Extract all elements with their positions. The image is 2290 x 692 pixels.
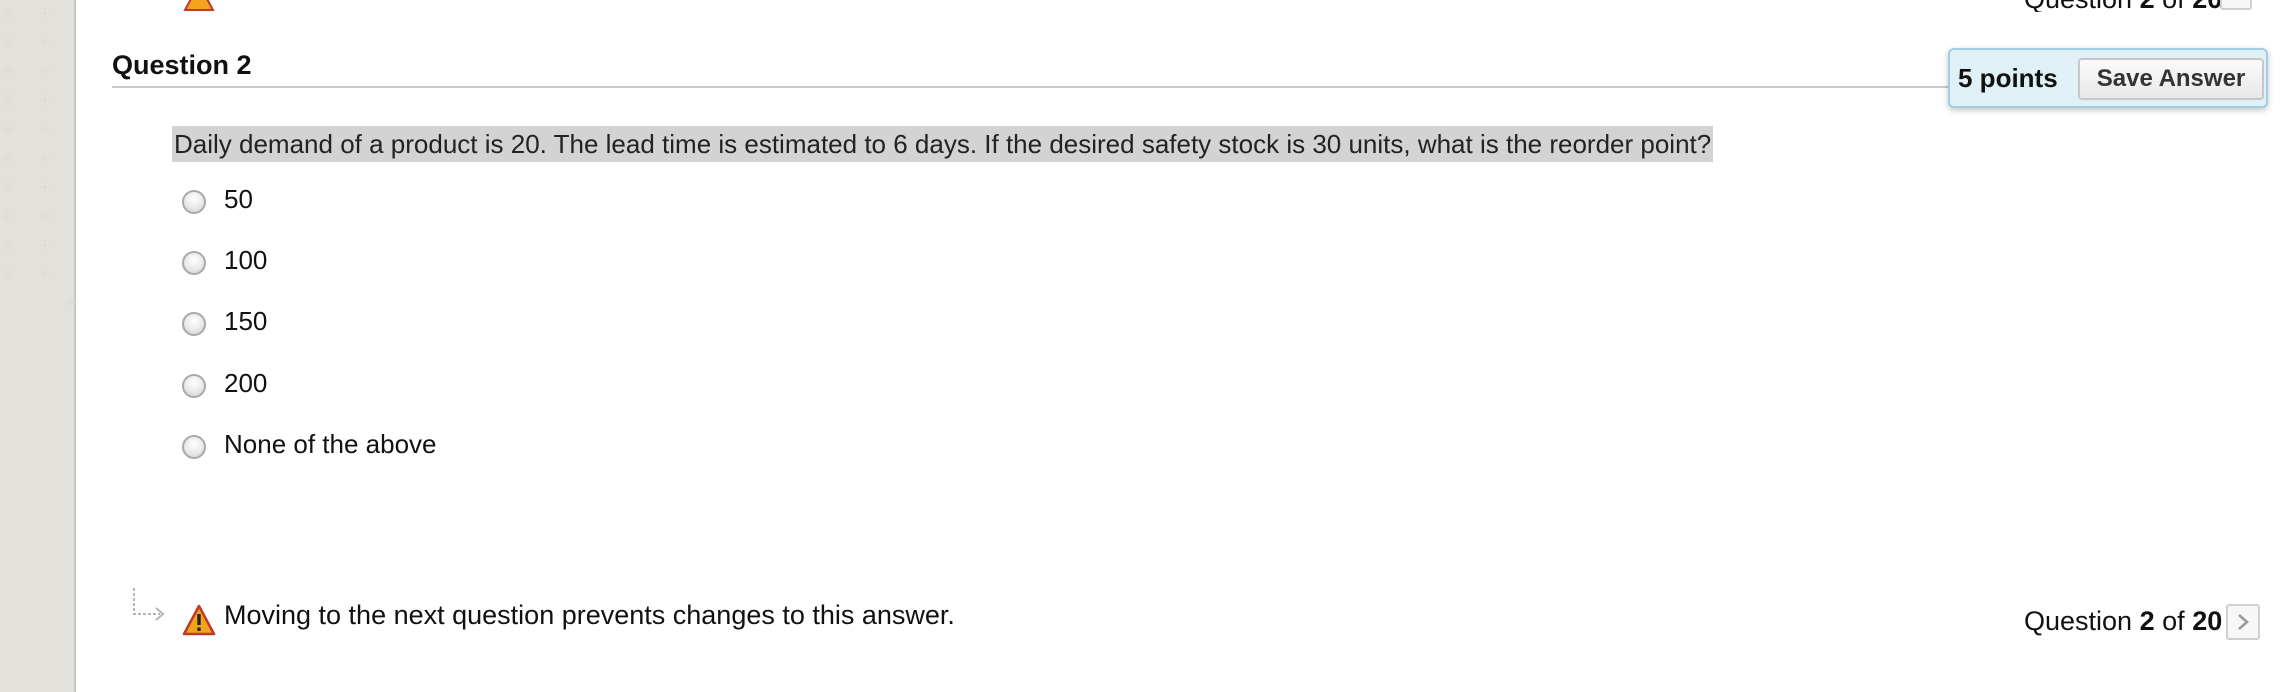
radio-button[interactable] <box>182 374 206 398</box>
warning-icon <box>183 0 215 11</box>
option-150[interactable]: 150 <box>182 304 782 344</box>
option-label: 50 <box>224 184 253 214</box>
radio-button[interactable] <box>182 312 206 336</box>
warning-icon <box>182 604 216 636</box>
points-label: 5 points <box>1958 63 2058 93</box>
points-panel: 5 points Save Answer <box>1948 48 2268 108</box>
indent-arrow-icon <box>133 588 165 621</box>
question-counter-top: Question 2 of 20 <box>2024 0 2222 12</box>
next-question-button-top[interactable] <box>2220 0 2252 10</box>
radio-button[interactable] <box>182 190 206 214</box>
chevron-right-icon <box>2238 614 2249 630</box>
radio-button[interactable] <box>182 435 206 459</box>
question-title: Question 2 <box>112 50 252 80</box>
warning-message: Moving to the next question prevents cha… <box>224 600 955 630</box>
question-counter: Question 2 of 20 <box>2024 606 2223 636</box>
question-text: Daily demand of a product is 20. The lea… <box>172 126 1714 162</box>
option-100[interactable]: 100 <box>182 243 782 283</box>
rail-pattern: + + + + + + + + + + + + + + + + + + + + … <box>2 3 76 315</box>
next-question-button[interactable] <box>2226 604 2260 640</box>
option-none-of-the-above[interactable]: None of the above <box>182 427 782 467</box>
question-header: Question 2 <box>112 50 2130 88</box>
previous-question-footer: Question 2 of 20 <box>0 0 2290 12</box>
option-50[interactable]: 50 <box>182 182 782 222</box>
option-label: 200 <box>224 368 268 398</box>
option-label: 150 <box>224 306 268 336</box>
option-label: 100 <box>224 245 268 275</box>
question-footer: Moving to the next question prevents cha… <box>0 586 2290 646</box>
save-answer-button[interactable]: Save Answer <box>2078 58 2264 100</box>
radio-button[interactable] <box>182 251 206 275</box>
option-200[interactable]: 200 <box>182 366 782 406</box>
option-label: None of the above <box>224 429 437 459</box>
